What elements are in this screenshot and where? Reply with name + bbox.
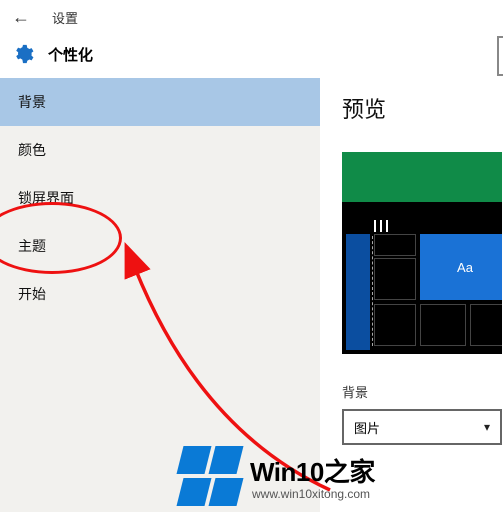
background-label: 背景 xyxy=(342,382,503,401)
preview-heading: 预览 xyxy=(342,92,503,124)
preview-tile-aa: Aa xyxy=(420,234,502,300)
background-dropdown[interactable]: 图片 ▾ xyxy=(342,409,502,445)
search-input[interactable] xyxy=(497,36,503,76)
sidebar-item-start[interactable]: 开始 xyxy=(0,270,320,318)
dropdown-value: 图片 xyxy=(354,418,380,437)
back-button[interactable]: ← xyxy=(12,7,30,28)
watermark: Win10之家 www.win10xitong.com xyxy=(180,446,375,506)
watermark-url: www.win10xitong.com xyxy=(252,487,375,501)
window-title: 设置 xyxy=(52,8,78,27)
sidebar-item-themes[interactable]: 主题 xyxy=(0,222,320,270)
gear-icon xyxy=(12,43,34,65)
preview-thumbnail: Aa xyxy=(342,152,502,354)
sidebar-item-background[interactable]: 背景 xyxy=(0,78,320,126)
windows-logo-icon xyxy=(180,446,240,506)
sidebar-item-lockscreen[interactable]: 锁屏界面 xyxy=(0,174,320,222)
chevron-down-icon: ▾ xyxy=(484,420,490,434)
watermark-title: Win10之家 xyxy=(250,452,375,489)
page-title: 个性化 xyxy=(48,44,93,65)
sidebar-item-colors[interactable]: 颜色 xyxy=(0,126,320,174)
